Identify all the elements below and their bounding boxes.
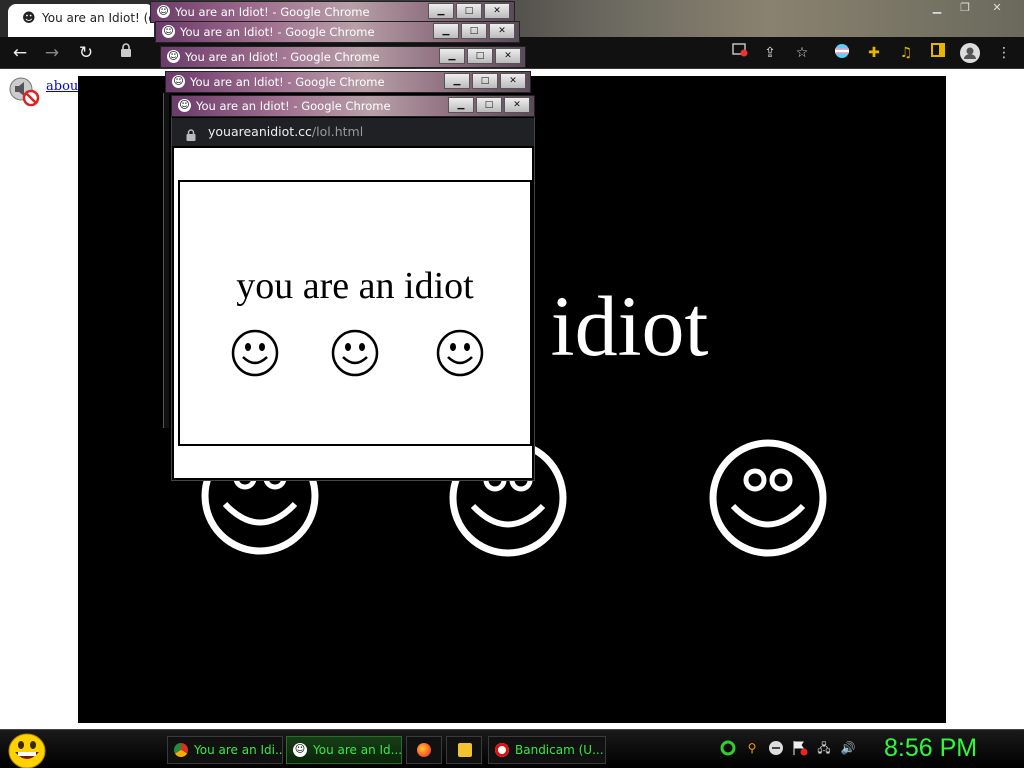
taskbar-item-label: You are an Idi... [194, 743, 283, 757]
popup-window-titlebar[interactable]: ☺ You are an Idiot! - Google Chrome ▁ □ ✕ [160, 46, 526, 68]
firefox-icon [417, 743, 431, 757]
maximize-button[interactable]: □ [476, 97, 502, 113]
minimize-button[interactable]: ▁ [448, 97, 474, 113]
media-control-icon[interactable]: ♫ [896, 43, 916, 63]
maximize-button[interactable]: □ [461, 23, 487, 39]
chrome-icon [174, 743, 188, 757]
smiley-icon [231, 329, 279, 377]
close-button[interactable]: ✕ [495, 48, 521, 64]
side-panel-icon[interactable] [928, 43, 948, 63]
tab-title: You are an Idiot! (do [42, 11, 154, 25]
minimize-button[interactable]: ▁ [433, 23, 459, 39]
lock-icon [116, 43, 136, 63]
smiley-icon: ☺ [162, 25, 175, 38]
back-icon[interactable]: ← [10, 43, 30, 63]
menu-icon[interactable]: ⋮ [994, 43, 1014, 63]
popup-title: You are an Idiot! - Google Chrome [190, 75, 385, 89]
chat-icon[interactable] [768, 740, 784, 756]
taskbar-item[interactable] [446, 736, 482, 764]
speaker-muted-icon[interactable] [8, 77, 40, 107]
popup-window-edge [163, 93, 169, 428]
popup-content-frame: you are an idiot [178, 180, 532, 446]
minimize-button[interactable]: ▁ [444, 73, 470, 89]
minimize-button[interactable]: ▁ [428, 3, 454, 19]
popup-window-titlebar[interactable]: ☺ You are an Idiot! - Google Chrome ▁ □ ✕ [155, 21, 520, 43]
maximize-button[interactable]: □ [472, 73, 498, 89]
taskbar-item[interactable]: You are an Idi... [167, 736, 283, 764]
record-icon [495, 743, 509, 757]
taskbar-item-label: Bandicam (U... [515, 743, 604, 757]
bookmark-star-icon[interactable]: ☆ [792, 43, 812, 63]
profile-avatar-icon[interactable] [960, 43, 980, 63]
url-domain: youareanidiot.cc [208, 124, 312, 139]
puzzle-extension-icon[interactable]: ✚ [864, 43, 884, 63]
smiley-icon: ☺ [172, 75, 185, 88]
popup-address-bar[interactable]: youareanidiot.cc/lol.html [172, 118, 534, 146]
popup-title: You are an Idiot! - Google Chrome [180, 25, 375, 39]
close-button[interactable]: ✕ [986, 0, 1008, 16]
desktop: ☻ You are an Idiot! (do ▁ ❐ ✕ ← → ↻ ⇪ ☆ … [0, 0, 1024, 768]
popup-window-titlebar[interactable]: ☺ You are an Idiot! - Google Chrome ▁ □ ✕ [171, 95, 535, 117]
taskbar-item[interactable] [406, 736, 442, 764]
taskbar: You are an Idi... ☺ You are an Id... Ban… [0, 729, 1024, 768]
popup-window: ☺ You are an Idiot! - Google Chrome ▁ □ ✕ … [171, 95, 535, 481]
popup-title: You are an Idiot! - Google Chrome [196, 99, 391, 113]
minimize-button[interactable]: ▁ [439, 48, 465, 64]
tray-status-icon[interactable] [720, 740, 736, 756]
maximize-button[interactable]: □ [456, 3, 482, 19]
taskbar-item[interactable]: Bandicam (U... [488, 736, 606, 764]
url-path: /lol.html [311, 124, 364, 139]
folder-icon [458, 743, 472, 757]
popup-message: you are an idiot [236, 265, 474, 307]
taskbar-item[interactable]: ☺ You are an Id... [286, 736, 402, 764]
smiley-icon [331, 329, 379, 377]
close-button[interactable]: ✕ [484, 3, 510, 19]
close-button[interactable]: ✕ [489, 23, 515, 39]
smiley-icon [709, 439, 827, 557]
popup-window-titlebar[interactable]: ☺ You are an Idiot! - Google Chrome ▁ □ ✕ [165, 71, 531, 93]
smiley-icon: ☺ [293, 743, 307, 757]
start-button[interactable] [6, 731, 50, 768]
share-icon[interactable]: ⇪ [760, 43, 780, 63]
network-icon[interactable]: 🖧 [816, 740, 832, 756]
search-icon[interactable]: ⚲ [744, 740, 760, 756]
smiley-icon: ☺ [178, 99, 191, 112]
volume-icon[interactable]: 🔊 [840, 740, 856, 756]
minimize-button[interactable]: ▁ [926, 0, 948, 16]
maximize-button[interactable]: ❐ [954, 0, 976, 16]
popup-page: you are an idiot [174, 148, 532, 478]
reload-icon[interactable]: ↻ [76, 43, 96, 63]
forward-icon[interactable]: → [42, 43, 62, 63]
extension-flag-icon[interactable] [832, 43, 852, 63]
smiley-icon: ☺ [167, 50, 180, 63]
popup-title: You are an Idiot! - Google Chrome [185, 50, 380, 64]
smiley-icon: ☺ [157, 5, 170, 18]
taskbar-item-label: You are an Id... [313, 743, 402, 757]
close-button[interactable]: ✕ [504, 97, 530, 113]
flag-alert-icon[interactable] [792, 740, 808, 756]
maximize-button[interactable]: □ [467, 48, 493, 64]
popup-title: You are an Idiot! - Google Chrome [175, 5, 370, 19]
clock[interactable]: 8:56 PM [884, 734, 977, 763]
popup-blocked-icon[interactable] [730, 43, 750, 63]
smiley-icon [436, 329, 484, 377]
lock-icon [186, 126, 196, 141]
close-button[interactable]: ✕ [500, 73, 526, 89]
smiley-icon: ☻ [22, 11, 36, 26]
popup-window-titlebar[interactable]: ☺ You are an Idiot! - Google Chrome ▁ □ ✕ [150, 1, 515, 23]
browser-tab[interactable]: ☻ You are an Idiot! (do [8, 4, 154, 37]
